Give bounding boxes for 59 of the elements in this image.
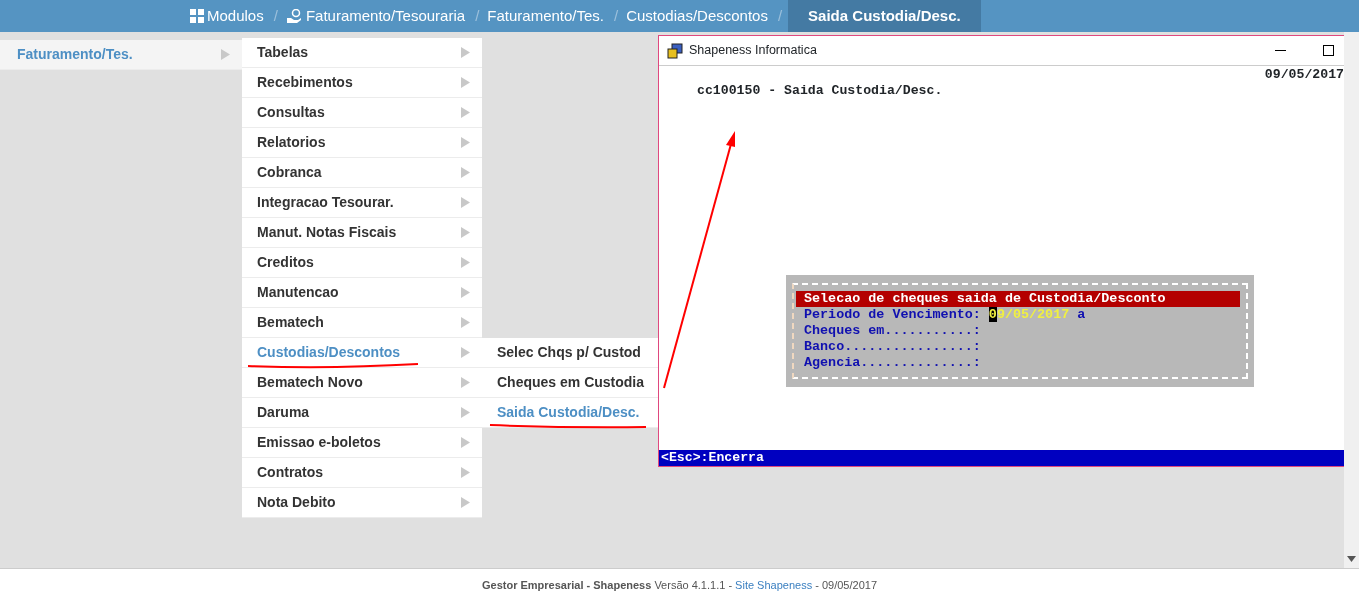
menu-item[interactable]: Recebimentos <box>242 68 482 98</box>
menu-item[interactable]: Tabelas <box>242 38 482 68</box>
breadcrumb-separator: / <box>614 5 620 26</box>
breadcrumb-separator: / <box>273 5 279 26</box>
caret-icon <box>461 47 470 58</box>
caret-icon <box>461 137 470 148</box>
caret-icon <box>461 317 470 328</box>
caret-icon <box>461 167 470 178</box>
caret-icon <box>461 437 470 448</box>
menu-item[interactable]: Bematech <box>242 308 482 338</box>
menu-item[interactable]: Cheques em Custodia <box>482 368 660 398</box>
menu-item[interactable]: Integracao Tesourar. <box>242 188 482 218</box>
footer-text: Gestor Empresarial - Shapeness Versão 4.1.1.1 - Site Shapeness - 09/05/2017 <box>481 578 877 594</box>
menu-item[interactable]: Creditos <box>242 248 482 278</box>
caret-icon <box>461 467 470 478</box>
menu-item[interactable]: Relatorios <box>242 128 482 158</box>
caret-icon <box>461 107 470 118</box>
dialog-title: Selecao de cheques saida de Custodia/Desconto <box>796 291 1240 307</box>
field-label: Cheques em...........: <box>804 323 981 338</box>
menu-item[interactable]: Bematech Novo <box>242 368 482 398</box>
caret-icon <box>461 497 470 508</box>
field-suffix: a <box>1077 307 1086 322</box>
menu-item[interactable]: Daruma <box>242 398 482 428</box>
caret-icon <box>461 77 470 88</box>
field-value[interactable]: 09/05/2017 <box>988 307 1070 322</box>
menu-item[interactable]: Emissao e-boletos <box>242 428 482 458</box>
scrollbar[interactable] <box>1344 32 1359 568</box>
caret-icon <box>461 407 470 418</box>
maximize-icon[interactable] <box>1323 45 1334 56</box>
caret-icon <box>461 287 470 298</box>
program-title: cc100150 - Saida Custodia/Desc. <box>697 83 943 99</box>
scroll-down-icon[interactable] <box>1347 556 1356 562</box>
caret-icon <box>461 347 470 358</box>
menu-item[interactable]: Contratos <box>242 458 482 488</box>
field-label: Periodo de Vencimento: <box>804 307 981 322</box>
app-icon <box>667 42 683 59</box>
window-title: Shapeness Informatica <box>689 42 818 60</box>
footer-link[interactable]: Site Shapeness <box>735 579 813 592</box>
caret-icon <box>461 197 470 208</box>
caret-icon <box>461 377 470 388</box>
breadcrumb-link[interactable]: Saida Custodia/Desc. <box>788 0 981 32</box>
menu-item[interactable]: Nota Debito <box>242 488 482 518</box>
menu-item[interactable]: Consultas <box>242 98 482 128</box>
menu-item[interactable]: Cobranca <box>242 158 482 188</box>
caret-icon <box>461 257 470 268</box>
field-label: Agencia..............: <box>804 355 981 370</box>
hand-coin-icon <box>285 8 302 24</box>
grid-icon <box>190 9 204 23</box>
field-label: Banco................: <box>804 339 981 354</box>
menu-item[interactable]: Saida Custodia/Desc. <box>482 398 660 428</box>
breadcrumb-separator: / <box>475 5 481 26</box>
minimize-icon[interactable] <box>1275 49 1286 52</box>
terminal-date: 09/05/2017 <box>1264 67 1344 83</box>
menu-item[interactable]: Manutencao <box>242 278 482 308</box>
menu-item[interactable]: Manut. Notas Fiscais <box>242 218 482 248</box>
breadcrumb-separator: / <box>777 5 784 26</box>
caret-icon <box>221 49 230 60</box>
menu-item[interactable]: Selec Chqs p/ Custod <box>482 338 660 368</box>
caret-icon <box>461 227 470 238</box>
